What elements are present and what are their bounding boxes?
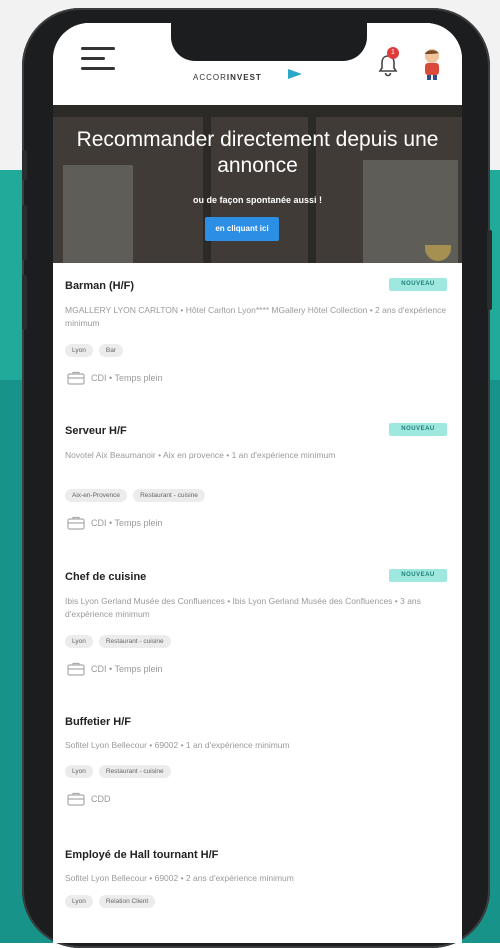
phone-volume-up	[22, 205, 27, 260]
new-badge: NOUVEAU	[389, 569, 447, 582]
briefcase-icon	[67, 371, 85, 385]
job-contract-label: CDI • Temps plein	[91, 373, 163, 383]
job-meta: Sofitel Lyon Bellecour • 69002 • 1 an d'…	[65, 740, 290, 750]
menu-icon[interactable]	[81, 47, 115, 73]
job-tag: Lyon	[65, 765, 93, 778]
job-card[interactable]: Buffetier H/F Sofitel Lyon Bellecour • 6…	[53, 699, 462, 833]
recommend-button[interactable]: en cliquant ici	[205, 217, 279, 241]
brand-mark-icon	[288, 69, 302, 79]
job-contract: CDI • Temps plein	[67, 516, 163, 530]
job-title: Buffetier H/F	[65, 716, 131, 728]
hero-banner: Recommander directement depuis une annon…	[53, 105, 462, 263]
job-tags: Aix-en-Provence Restaurant - cuisine	[65, 489, 205, 502]
job-card[interactable]: Chef de cuisine NOUVEAU Ibis Lyon Gerlan…	[53, 554, 462, 700]
brand-logo: ACCORINVEST	[193, 73, 262, 82]
job-tags: Lyon Relation Client	[65, 895, 156, 908]
briefcase-icon	[67, 792, 85, 806]
job-contract: CDI • Temps plein	[67, 371, 163, 385]
job-tag: Lyon	[65, 895, 93, 908]
job-tags: Lyon Bar	[65, 344, 123, 357]
job-tags: Lyon Restaurant - cuisine	[65, 765, 171, 778]
job-title: Serveur H/F	[65, 425, 127, 437]
job-title: Employé de Hall tournant H/F	[65, 849, 219, 861]
job-meta: MGALLERY LYON CARLTON • Hôtel Carlton Ly…	[65, 305, 447, 328]
job-tag: Restaurant - cuisine	[133, 489, 205, 502]
new-badge: NOUVEAU	[389, 423, 447, 436]
briefcase-icon	[67, 516, 85, 530]
job-meta: Sofitel Lyon Bellecour • 69002 • 2 ans d…	[65, 873, 294, 883]
job-meta: Ibis Lyon Gerland Musée des Confluences …	[65, 596, 421, 619]
job-tag: Restaurant - cuisine	[98, 765, 171, 778]
phone-notch	[171, 23, 367, 61]
briefcase-icon	[67, 662, 85, 676]
brand-logo-bold: INVEST	[226, 73, 262, 82]
notification-count-badge: 1	[387, 47, 399, 59]
job-tag: Lyon	[65, 344, 93, 357]
job-contract-label: CDD	[91, 794, 111, 804]
job-card[interactable]: Serveur H/F NOUVEAU Novotel Aix Beaumano…	[53, 408, 462, 555]
job-meta: Novotel Aix Beaumanoir • Aix en provence…	[65, 450, 336, 460]
job-contract: CDD	[67, 792, 111, 806]
phone-volume-down	[22, 275, 27, 330]
job-title: Barman (H/F)	[65, 280, 135, 292]
job-card[interactable]: Employé de Hall tournant H/F Sofitel Lyo…	[53, 832, 462, 943]
job-card[interactable]: Barman (H/F) NOUVEAU MGALLERY LYON CARLT…	[53, 263, 462, 409]
phone-power-button	[487, 230, 492, 310]
job-tag: Aix-en-Provence	[65, 489, 128, 502]
hero-title: Recommander directement depuis une annon…	[76, 128, 439, 177]
job-title: Chef de cuisine	[65, 571, 147, 583]
job-contract: CDI • Temps plein	[67, 662, 163, 676]
job-contract-label: CDI • Temps plein	[91, 518, 163, 528]
job-contract-label: CDI • Temps plein	[91, 664, 163, 674]
job-tags: Lyon Restaurant - cuisine	[65, 635, 171, 648]
user-avatar-icon[interactable]	[419, 47, 445, 81]
phone-screen: ACCORINVEST 1 Recommander directement de…	[53, 23, 462, 943]
job-tag: Bar	[98, 344, 123, 357]
job-tag: Lyon	[65, 635, 93, 648]
phone-mute-switch	[22, 150, 27, 180]
job-tag: Relation Client	[98, 895, 156, 908]
brand-logo-light: ACCOR	[193, 73, 227, 82]
hero-subtitle: ou de façon spontanée aussi !	[192, 195, 323, 205]
new-badge: NOUVEAU	[389, 278, 447, 291]
job-tag: Restaurant - cuisine	[98, 635, 171, 648]
